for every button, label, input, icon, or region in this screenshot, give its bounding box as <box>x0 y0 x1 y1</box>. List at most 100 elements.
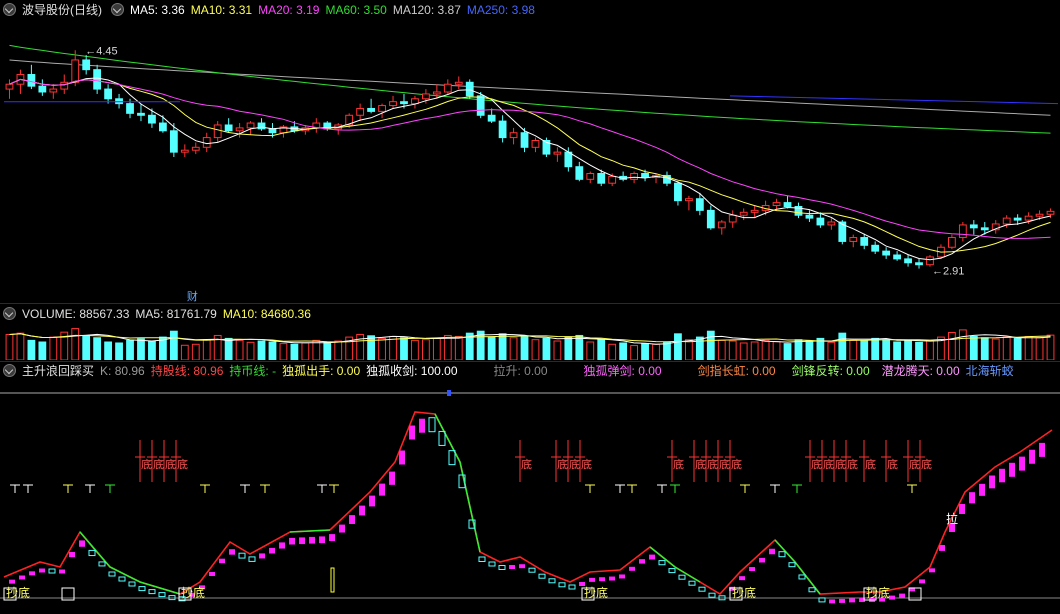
candle <box>268 128 277 134</box>
volume-bar <box>750 341 759 360</box>
volume-bar <box>49 336 58 360</box>
candle <box>224 124 233 132</box>
rise-block <box>1009 462 1015 477</box>
volume-bar <box>378 337 386 360</box>
candle <box>564 151 573 168</box>
rise-block <box>769 548 775 555</box>
volume-bar <box>498 333 507 360</box>
candle <box>904 258 912 264</box>
volume-bar <box>334 340 343 360</box>
candle <box>641 172 649 178</box>
candle <box>717 221 726 229</box>
volume-bar <box>717 339 726 360</box>
volume-bar <box>224 337 233 360</box>
candle <box>849 237 858 242</box>
rise-block <box>299 537 305 545</box>
ma120-line <box>9 59 1051 116</box>
bottom-signal-label: 底 <box>865 457 876 471</box>
indicator-name: 主升浪回踩买 <box>22 364 95 378</box>
candle <box>443 83 452 93</box>
ma60-value: MA60: 3.50 <box>325 3 387 17</box>
coin-line <box>434 413 481 553</box>
collapse-icon[interactable] <box>3 3 16 17</box>
candle <box>104 88 113 100</box>
candle <box>378 105 386 112</box>
rise-block <box>939 545 945 551</box>
candle <box>630 172 639 180</box>
coin-line <box>79 531 181 595</box>
fall-block <box>448 450 456 466</box>
rise-block <box>829 599 835 604</box>
fall-block <box>678 574 686 580</box>
candle <box>191 146 200 151</box>
volume-bar <box>421 339 430 360</box>
volume-bar <box>531 339 540 360</box>
volume-chart[interactable] <box>0 322 1060 360</box>
candle <box>400 101 408 105</box>
fall-block <box>118 576 126 582</box>
dugu-close-value: 独孤收剑: 100.00 <box>366 364 458 378</box>
candle <box>597 172 606 184</box>
fall-block <box>658 560 666 566</box>
rise-block <box>319 536 325 544</box>
volume-bar <box>301 342 310 360</box>
volume-bar <box>1024 335 1033 360</box>
candle <box>553 151 562 155</box>
candle <box>158 122 167 132</box>
fall-block <box>478 556 486 562</box>
volume-bar <box>838 332 847 360</box>
bottom-signal-label: 底 <box>165 457 176 471</box>
finance-marker: 财 <box>187 289 198 303</box>
rise-block <box>409 425 415 440</box>
rise-block <box>9 579 15 584</box>
volume-bar <box>619 342 628 360</box>
bottom-signal-label: 底 <box>569 457 580 471</box>
candle <box>487 114 496 122</box>
rise-block <box>339 524 345 533</box>
volume-bar <box>597 339 606 360</box>
rise-block <box>749 567 755 572</box>
rise-block <box>759 557 765 563</box>
volume-bar <box>652 343 660 360</box>
candle <box>674 182 682 202</box>
volume-bar <box>202 339 211 360</box>
candle <box>27 74 36 87</box>
candle <box>246 122 255 129</box>
coin-line <box>649 546 701 583</box>
volume-bar <box>739 342 748 360</box>
rise-block <box>899 593 905 598</box>
volume-bar <box>520 335 529 360</box>
collapse-icon[interactable] <box>111 3 124 17</box>
volume-bar <box>684 339 693 360</box>
ma250-value: MA250: 3.98 <box>466 3 535 17</box>
candle <box>1013 217 1022 221</box>
buy-label: 抄底 <box>732 585 756 600</box>
price-chart[interactable]: ←4.45 ←2.91 财 <box>0 18 1060 303</box>
collapse-icon[interactable] <box>3 364 16 378</box>
volume-bar <box>71 328 80 360</box>
candle <box>947 237 956 248</box>
candle <box>783 202 792 207</box>
candle <box>180 149 189 153</box>
rise-block <box>969 492 975 504</box>
collapse-icon[interactable] <box>3 307 16 321</box>
volume-bar <box>991 338 1000 360</box>
fall-block <box>148 589 156 595</box>
volume-bar <box>980 337 989 360</box>
buy-label: 抄底 <box>6 585 30 600</box>
candle <box>1024 215 1033 221</box>
candle <box>1046 210 1055 215</box>
bottom-signal-label: 底 <box>835 457 846 471</box>
volume-bar <box>630 345 639 360</box>
volume-bar <box>279 343 288 360</box>
candle <box>827 221 836 226</box>
volume-bar <box>454 335 463 360</box>
indicator-chart[interactable]: 底底底底底底底底底底底底底底底底底底底底底抄底 抄底 抄底 抄底 抄底拉 <box>0 382 1060 614</box>
low-price-label: ←2.91 <box>932 266 964 278</box>
candle <box>772 202 781 207</box>
candle <box>739 211 748 216</box>
rise-block <box>639 559 645 564</box>
candle <box>5 83 14 90</box>
rise-block <box>209 572 215 576</box>
volume-bar <box>104 341 113 360</box>
